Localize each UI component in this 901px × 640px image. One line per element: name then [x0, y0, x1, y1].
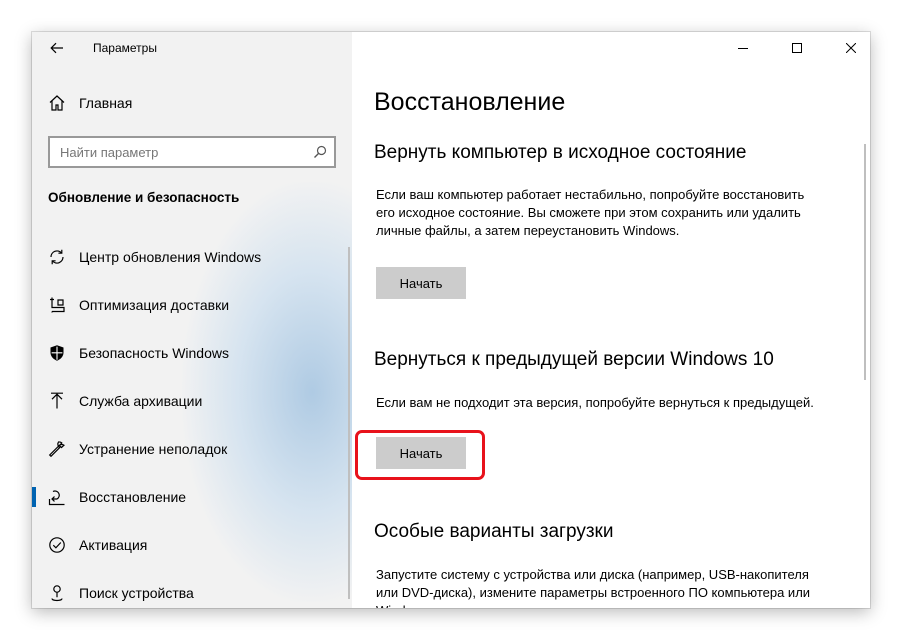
sidebar-item-delivery-optimization[interactable]: Оптимизация доставки: [32, 281, 352, 329]
content-pane: Восстановление Вернуть компьютер в исход…: [352, 32, 870, 608]
section-description-advanced-startup: Запустите систему с устройства или диска…: [376, 567, 811, 608]
sidebar-item-windows-update[interactable]: Центр обновления Windows: [32, 233, 352, 281]
section-heading-reset: Вернуть компьютер в исходное состояние: [374, 142, 747, 163]
sidebar-item-label: Безопасность Windows: [79, 345, 229, 361]
sidebar-item-label: Служба архивации: [79, 393, 203, 409]
back-button[interactable]: [42, 36, 72, 60]
section-heading-go-back: Вернуться к предыдущей версии Windows 10: [374, 349, 774, 370]
check-circle-icon: [48, 536, 66, 554]
go-back-start-button[interactable]: Начать: [376, 437, 466, 469]
sidebar-scrollbar[interactable]: [348, 247, 350, 599]
maximize-icon: [792, 43, 802, 53]
section-description-go-back: Если вам не подходит эта версия, попробу…: [376, 395, 814, 410]
sidebar: Параметры Главная Обновление и безопасно…: [32, 32, 352, 608]
reset-start-button[interactable]: Начать: [376, 267, 466, 299]
section-description-reset: Если ваш компьютер работает нестабильно,…: [376, 187, 805, 238]
app-title: Параметры: [93, 41, 157, 55]
sidebar-item-home[interactable]: Главная: [48, 94, 132, 112]
home-icon: [49, 95, 65, 111]
sidebar-item-label: Устранение неполадок: [79, 441, 228, 457]
search-input[interactable]: [60, 144, 334, 160]
search-box[interactable]: [48, 136, 336, 168]
content-scrollbar[interactable]: [864, 144, 866, 380]
section-title: Обновление и безопасность: [48, 190, 240, 205]
sidebar-item-label: Центр обновления Windows: [79, 249, 262, 265]
delivery-icon: [48, 296, 66, 314]
minimize-icon: [738, 48, 748, 49]
sidebar-item-activation[interactable]: Активация: [32, 521, 352, 569]
sidebar-nav: Центр обновления Windows Оптимизация дос…: [32, 233, 352, 608]
sidebar-item-label: Активация: [79, 537, 148, 553]
person-pin-icon: [48, 584, 66, 602]
sidebar-item-label: Оптимизация доставки: [79, 297, 230, 313]
sidebar-item-label: Восстановление: [79, 489, 187, 505]
sidebar-item-troubleshoot[interactable]: Устранение неполадок: [32, 425, 352, 473]
maximize-button[interactable]: [774, 32, 820, 64]
shield-icon: [48, 344, 66, 362]
minimize-button[interactable]: [720, 32, 766, 64]
close-button[interactable]: [828, 32, 870, 64]
wrench-icon: [48, 440, 66, 458]
settings-window: Параметры Главная Обновление и безопасно…: [32, 32, 870, 608]
page-title: Восстановление: [374, 88, 566, 116]
backup-arrow-icon: [48, 392, 66, 410]
recovery-icon: [48, 488, 66, 506]
sync-icon: [48, 248, 66, 266]
section-heading-advanced-startup: Особые варианты загрузки: [374, 521, 614, 542]
search-icon: [314, 145, 327, 158]
sidebar-item-backup[interactable]: Служба архивации: [32, 377, 352, 425]
sidebar-item-recovery[interactable]: Восстановление: [32, 473, 352, 521]
close-icon: [846, 43, 856, 53]
sidebar-item-find-device[interactable]: Поиск устройства: [32, 569, 352, 608]
back-arrow-icon: [50, 42, 63, 54]
sidebar-item-windows-security[interactable]: Безопасность Windows: [32, 329, 352, 377]
sidebar-item-label: Поиск устройства: [79, 585, 194, 601]
sidebar-item-label: Главная: [79, 95, 133, 111]
